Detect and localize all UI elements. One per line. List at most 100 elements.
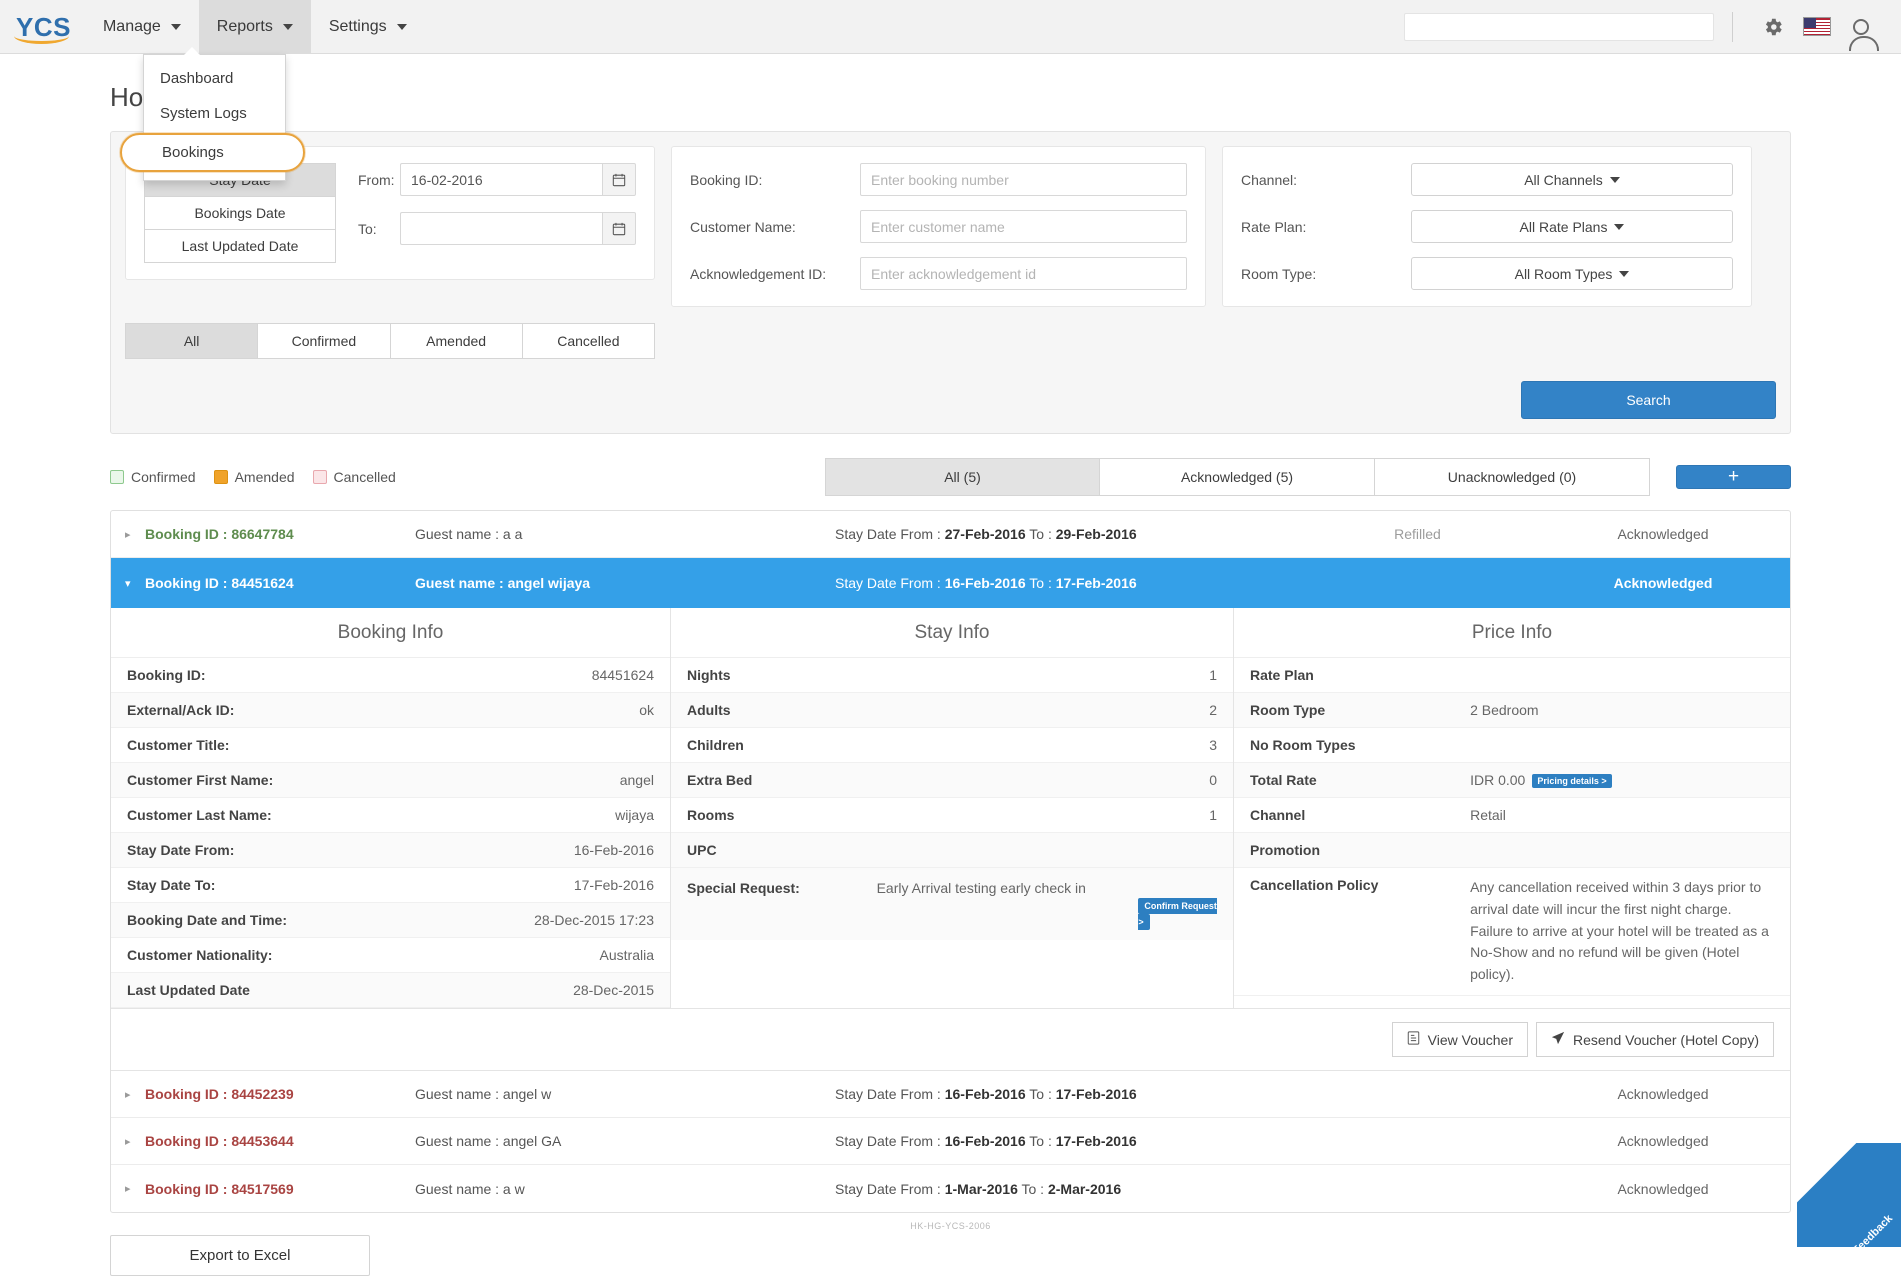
calendar-icon[interactable] bbox=[602, 163, 636, 196]
chevron-down-icon bbox=[1610, 177, 1620, 183]
detail-row: Booking Date and Time:28-Dec-2015 17:23 bbox=[111, 903, 670, 938]
chevron-right-icon[interactable]: ▸ bbox=[125, 1088, 145, 1101]
calendar-icon[interactable] bbox=[602, 212, 636, 245]
feedback-tab[interactable]: Your Feedback bbox=[1797, 1143, 1901, 1247]
nav-item-reports-label: Reports bbox=[217, 18, 273, 36]
user-icon[interactable] bbox=[1839, 0, 1883, 54]
booking-id-input[interactable] bbox=[860, 163, 1187, 196]
detail-value: Any cancellation received within 3 days … bbox=[1470, 877, 1774, 985]
status-tab-confirmed[interactable]: Confirmed bbox=[258, 323, 390, 359]
chevron-right-icon[interactable]: ▸ bbox=[125, 528, 145, 541]
nav-item-settings[interactable]: Settings bbox=[311, 0, 425, 54]
date-type-bookings-date[interactable]: Bookings Date bbox=[144, 197, 336, 230]
stay-from: 27-Feb-2016 bbox=[945, 526, 1026, 542]
dropdown-pointer bbox=[184, 47, 200, 55]
booking-id-cell: Booking ID : 84453644 bbox=[145, 1133, 415, 1149]
detail-row: Stay Date From:16-Feb-2016 bbox=[111, 833, 670, 868]
detail-row: Room Type2 Bedroom bbox=[1234, 693, 1790, 728]
chevron-down-icon[interactable]: ▾ bbox=[125, 577, 145, 590]
channel-row: Channel: All Channels bbox=[1241, 163, 1733, 196]
room-type-dropdown[interactable]: All Room Types bbox=[1411, 257, 1733, 290]
chevron-down-icon bbox=[283, 24, 293, 30]
menu-item-system-logs[interactable]: System Logs bbox=[144, 96, 285, 131]
stay-info-column: Stay Info Nights1 Adults2 Children3 Extr… bbox=[671, 608, 1234, 1008]
gear-icon[interactable] bbox=[1751, 0, 1795, 54]
document-icon bbox=[1407, 1031, 1420, 1048]
table-row[interactable]: ▾ Booking ID : 84451624 Guest name : ang… bbox=[111, 558, 1790, 608]
status-tab-cancelled[interactable]: Cancelled bbox=[523, 323, 655, 359]
pricing-details-button[interactable]: Pricing details > bbox=[1532, 774, 1611, 788]
customer-name-row: Customer Name: bbox=[690, 210, 1187, 243]
tab-acknowledged[interactable]: Acknowledged (5) bbox=[1100, 458, 1375, 496]
detail-value: Retail bbox=[1470, 807, 1774, 823]
channel-dropdown[interactable]: All Channels bbox=[1411, 163, 1733, 196]
table-row[interactable]: ▸ Booking ID : 84452239 Guest name : ang… bbox=[111, 1071, 1790, 1118]
channel-dropdown-value: All Channels bbox=[1524, 172, 1603, 188]
acknowledgement-id-input[interactable] bbox=[860, 257, 1187, 290]
legend-confirmed-swatch bbox=[110, 470, 124, 484]
view-voucher-button[interactable]: View Voucher bbox=[1392, 1022, 1528, 1057]
acknowledged-cell: Acknowledged bbox=[1550, 1086, 1776, 1102]
global-search-input[interactable] bbox=[1404, 13, 1714, 41]
detail-row: Rate Plan bbox=[1234, 658, 1790, 693]
resend-voucher-button[interactable]: Resend Voucher (Hotel Copy) bbox=[1536, 1022, 1774, 1057]
flag-icon[interactable] bbox=[1795, 0, 1839, 54]
date-from-input[interactable] bbox=[400, 163, 602, 196]
detail-value: 17-Feb-2016 bbox=[574, 877, 654, 893]
menu-item-dashboard[interactable]: Dashboard bbox=[144, 61, 285, 96]
confirm-request-button[interactable]: Confirm Request > bbox=[1138, 898, 1217, 930]
table-row[interactable]: ▸ Booking ID : 84453644 Guest name : ang… bbox=[111, 1118, 1790, 1165]
stay-to: 17-Feb-2016 bbox=[1056, 1086, 1137, 1102]
status-legend: Confirmed Amended Cancelled bbox=[110, 469, 396, 485]
brand-logo[interactable]: YCS bbox=[0, 14, 85, 40]
stay-info-title: Stay Info bbox=[671, 608, 1233, 658]
detail-value: 2 Bedroom bbox=[1470, 702, 1774, 718]
detail-key: Room Type bbox=[1250, 702, 1470, 718]
status-tab-all[interactable]: All bbox=[125, 323, 258, 359]
table-row[interactable]: ▸ Booking ID : 86647784 Guest name : a a… bbox=[111, 511, 1790, 558]
customer-name-input[interactable] bbox=[860, 210, 1187, 243]
stay-mid: To : bbox=[1026, 575, 1056, 591]
stay-prefix: Stay Date From : bbox=[835, 526, 945, 542]
chevron-right-icon[interactable]: ▸ bbox=[125, 1182, 145, 1195]
stay-mid: To : bbox=[1018, 1181, 1048, 1197]
acknowledgement-id-label: Acknowledgement ID: bbox=[690, 266, 860, 282]
search-button[interactable]: Search bbox=[1521, 381, 1776, 419]
tab-all[interactable]: All (5) bbox=[825, 458, 1100, 496]
booking-id-cell: Booking ID : 84452239 bbox=[145, 1086, 415, 1102]
price-info-column: Price Info Rate Plan Room Type2 Bedroom … bbox=[1234, 608, 1790, 1008]
date-type-last-updated-date[interactable]: Last Updated Date bbox=[144, 230, 336, 263]
filter-row: Stay Date Bookings Date Last Updated Dat… bbox=[125, 146, 1776, 307]
table-row[interactable]: ▸ Booking ID : 84517569 Guest name : a w… bbox=[111, 1165, 1790, 1212]
export-to-excel-button[interactable]: Export to Excel bbox=[110, 1235, 370, 1276]
legend-cancelled-label: Cancelled bbox=[334, 469, 396, 485]
chevron-right-icon[interactable]: ▸ bbox=[125, 1135, 145, 1148]
detail-row: Customer Last Name:wijaya bbox=[111, 798, 670, 833]
nav-item-manage[interactable]: Manage bbox=[85, 0, 199, 54]
status-tab-amended[interactable]: Amended bbox=[391, 323, 523, 359]
top-navigation-bar: YCS Manage Reports Settings bbox=[0, 0, 1901, 54]
menu-item-bookings[interactable]: Bookings bbox=[120, 133, 305, 172]
nav-item-manage-label: Manage bbox=[103, 18, 161, 36]
nav-item-reports[interactable]: Reports bbox=[199, 0, 311, 54]
stay-date-cell: Stay Date From : 16-Feb-2016 To : 17-Feb… bbox=[835, 1133, 1285, 1149]
booking-info-title: Booking Info bbox=[111, 608, 670, 658]
rate-plan-dropdown[interactable]: All Rate Plans bbox=[1411, 210, 1733, 243]
page-title: Hotel Bookings bbox=[110, 82, 1791, 113]
us-flag-graphic bbox=[1803, 17, 1831, 36]
rate-plan-label: Rate Plan: bbox=[1241, 219, 1411, 235]
date-to-input[interactable] bbox=[400, 212, 602, 245]
detail-row: Last Updated Date28-Dec-2015 bbox=[111, 973, 670, 1008]
acknowledged-cell: Acknowledged bbox=[1550, 575, 1776, 591]
header-actions bbox=[1404, 0, 1901, 54]
tab-unacknowledged[interactable]: Unacknowledged (0) bbox=[1375, 458, 1650, 496]
special-request-row: Special Request: Early Arrival testing e… bbox=[671, 868, 1233, 940]
add-booking-button[interactable]: + bbox=[1676, 465, 1791, 489]
filter-panel: Stay Date Bookings Date Last Updated Dat… bbox=[110, 131, 1791, 434]
legend-amended-swatch bbox=[214, 470, 228, 484]
legend-amended: Amended bbox=[214, 469, 295, 485]
detail-value: 3 bbox=[1209, 737, 1217, 753]
acknowledged-cell: Acknowledged bbox=[1550, 1181, 1776, 1197]
detail-key: Customer Last Name: bbox=[127, 807, 615, 823]
guest-name-cell: Guest name : angel w bbox=[415, 1086, 835, 1102]
